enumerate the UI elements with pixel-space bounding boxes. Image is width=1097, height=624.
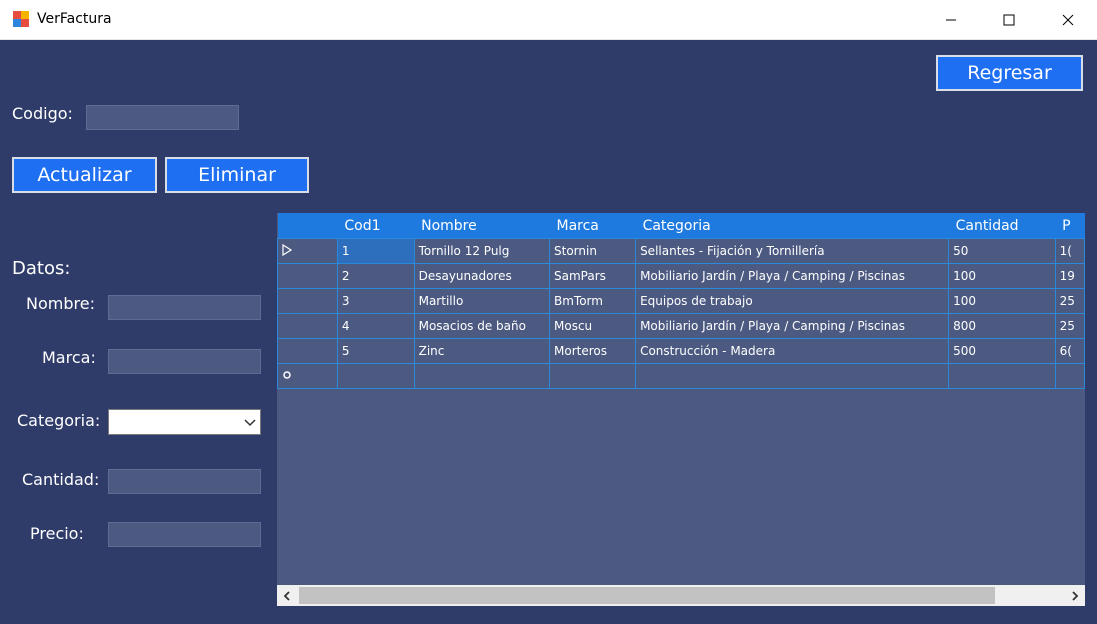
grid-table: Cod1 Nombre Marca Categoria Cantidad P 1… [277,213,1085,389]
horizontal-scrollbar[interactable] [277,585,1085,606]
precio-label: Precio: [30,524,84,543]
minimize-button[interactable] [922,0,980,39]
close-button[interactable] [1039,0,1097,39]
table-cell[interactable]: 1 [336,238,415,264]
table-cell[interactable]: 6( [1054,338,1085,364]
table-cell[interactable]: 1( [1054,238,1085,264]
precio-input[interactable] [108,522,261,547]
table-cell[interactable]: 25 [1054,313,1085,339]
table-cell[interactable]: Zinc [413,338,551,364]
row-header[interactable] [277,288,338,314]
row-header[interactable] [277,313,338,339]
scroll-right-button[interactable] [1065,585,1085,606]
regresar-button[interactable]: Regresar [936,55,1083,91]
table-cell[interactable]: Desayunadores [413,263,551,289]
cantidad-label: Cantidad: [22,470,100,489]
codigo-label: Codigo: [12,104,73,123]
table-cell[interactable]: Equipos de trabajo [635,288,950,314]
table-cell[interactable]: Morteros [548,338,637,364]
table-cell[interactable]: Sellantes - Fijación y Tornillería [635,238,950,264]
categoria-select[interactable] [108,409,261,435]
scroll-left-button[interactable] [277,585,297,606]
table-cell[interactable] [413,363,551,389]
table-cell[interactable]: 100 [948,263,1056,289]
table-cell[interactable]: 19 [1054,263,1085,289]
table-row[interactable]: 5 Zinc Morteros Construcción - Madera 50… [277,338,1085,364]
table-row[interactable]: 4 Mosacios de baño Moscu Mobiliario Jard… [277,313,1085,339]
maximize-button[interactable] [980,0,1038,39]
table-cell[interactable]: Mobiliario Jardín / Playa / Camping / Pi… [635,313,950,339]
row-header[interactable] [277,363,338,389]
column-header[interactable]: Cod1 [337,213,415,239]
categoria-label: Categoria: [17,411,101,430]
table-cell[interactable]: 50 [948,238,1056,264]
window-title: VerFactura [37,11,112,27]
column-header[interactable]: Nombre [414,213,550,239]
table-cell[interactable]: SamPars [548,263,637,289]
row-header-corner [277,213,338,239]
scrollbar-thumb[interactable] [299,587,995,604]
table-row[interactable]: 2 Desayunadores SamPars Mobiliario Jardí… [277,263,1085,289]
table-cell[interactable]: 4 [336,313,415,339]
marca-input[interactable] [108,349,261,374]
table-cell[interactable] [635,363,950,389]
table-cell[interactable]: 3 [336,288,415,314]
table-cell[interactable] [336,363,415,389]
maximize-icon [1003,14,1015,25]
column-header[interactable]: P [1055,213,1085,239]
table-cell[interactable]: 500 [948,338,1056,364]
row-header[interactable] [277,338,338,364]
nombre-label: Nombre: [26,294,95,313]
table-cell[interactable]: Mosacios de baño [413,313,551,339]
codigo-input[interactable] [86,105,239,130]
datos-label: Datos: [12,258,71,279]
table-cell[interactable]: Construcción - Madera [635,338,950,364]
cantidad-input[interactable] [108,469,261,494]
data-grid[interactable]: Cod1 Nombre Marca Categoria Cantidad P 1… [277,213,1085,606]
table-cell[interactable]: BmTorm [548,288,637,314]
column-header[interactable]: Marca [549,213,636,239]
table-cell[interactable]: Martillo [413,288,551,314]
table-cell[interactable]: Tornillo 12 Pulg [413,238,551,264]
table-cell[interactable]: 2 [336,263,415,289]
table-cell[interactable] [948,363,1056,389]
table-cell[interactable] [548,363,637,389]
column-header[interactable]: Categoria [635,213,949,239]
table-cell[interactable]: Stornin [548,238,637,264]
table-cell[interactable] [1054,363,1085,389]
table-row[interactable]: 1 Tornillo 12 Pulg Stornin Sellantes - F… [277,238,1085,264]
table-cell[interactable]: 5 [336,338,415,364]
nombre-input[interactable] [108,295,261,320]
table-row[interactable]: 3 Martillo BmTorm Equipos de trabajo 100… [277,288,1085,314]
marca-label: Marca: [42,348,96,367]
row-header[interactable] [277,238,338,264]
table-cell[interactable]: Moscu [548,313,637,339]
table-cell[interactable]: 800 [948,313,1056,339]
close-icon [1062,14,1074,25]
table-cell[interactable]: 25 [1054,288,1085,314]
column-header[interactable]: Cantidad [948,213,1056,239]
chevron-right-icon [1072,590,1079,601]
chevron-left-icon [283,590,290,601]
app-icon [13,11,29,27]
table-cell[interactable]: 100 [948,288,1056,314]
new-row[interactable] [277,363,1085,389]
eliminar-button[interactable]: Eliminar [165,157,309,193]
title-bar: VerFactura [0,0,1097,40]
row-header[interactable] [277,263,338,289]
grid-header-row: Cod1 Nombre Marca Categoria Cantidad P [277,213,1085,239]
current-row-arrow-icon [282,243,293,256]
table-cell[interactable]: Mobiliario Jardín / Playa / Camping / Pi… [635,263,950,289]
new-row-icon [283,371,291,379]
chevron-down-icon [244,419,256,427]
minimize-icon [946,19,956,20]
actualizar-button[interactable]: Actualizar [12,157,157,193]
